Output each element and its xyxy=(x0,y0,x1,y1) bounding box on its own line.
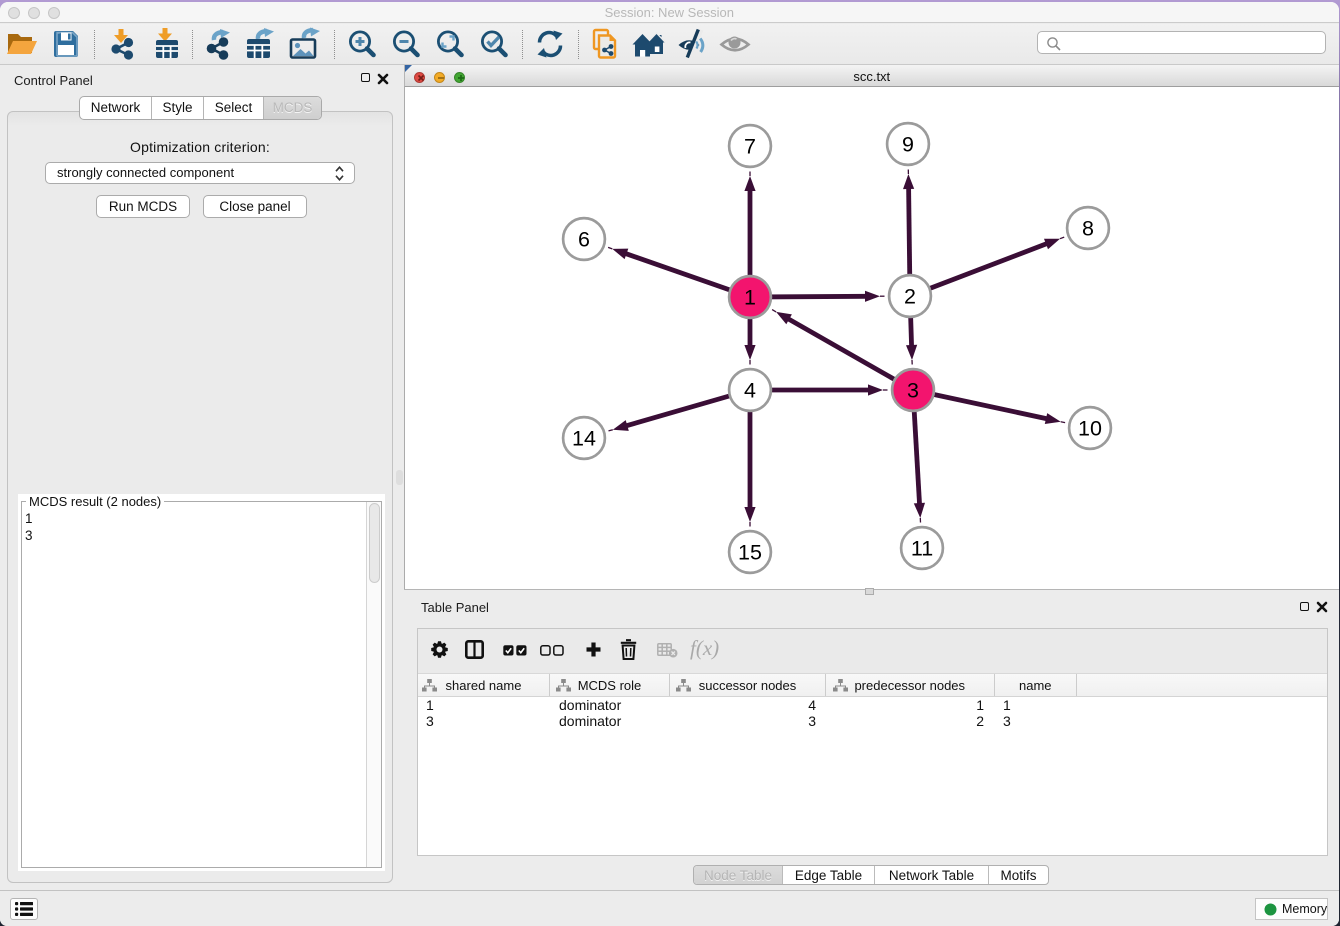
svg-text:11: 11 xyxy=(911,537,933,561)
svg-text:2: 2 xyxy=(904,285,916,309)
svg-text:4: 4 xyxy=(744,379,756,403)
svg-text:7: 7 xyxy=(744,135,756,159)
svg-text:15: 15 xyxy=(738,541,762,565)
svg-text:1: 1 xyxy=(744,286,756,310)
svg-text:14: 14 xyxy=(572,427,596,451)
svg-text:3: 3 xyxy=(907,379,919,403)
svg-text:8: 8 xyxy=(1082,217,1094,241)
svg-text:6: 6 xyxy=(578,228,590,252)
svg-text:9: 9 xyxy=(902,133,914,157)
svg-text:10: 10 xyxy=(1078,417,1102,441)
